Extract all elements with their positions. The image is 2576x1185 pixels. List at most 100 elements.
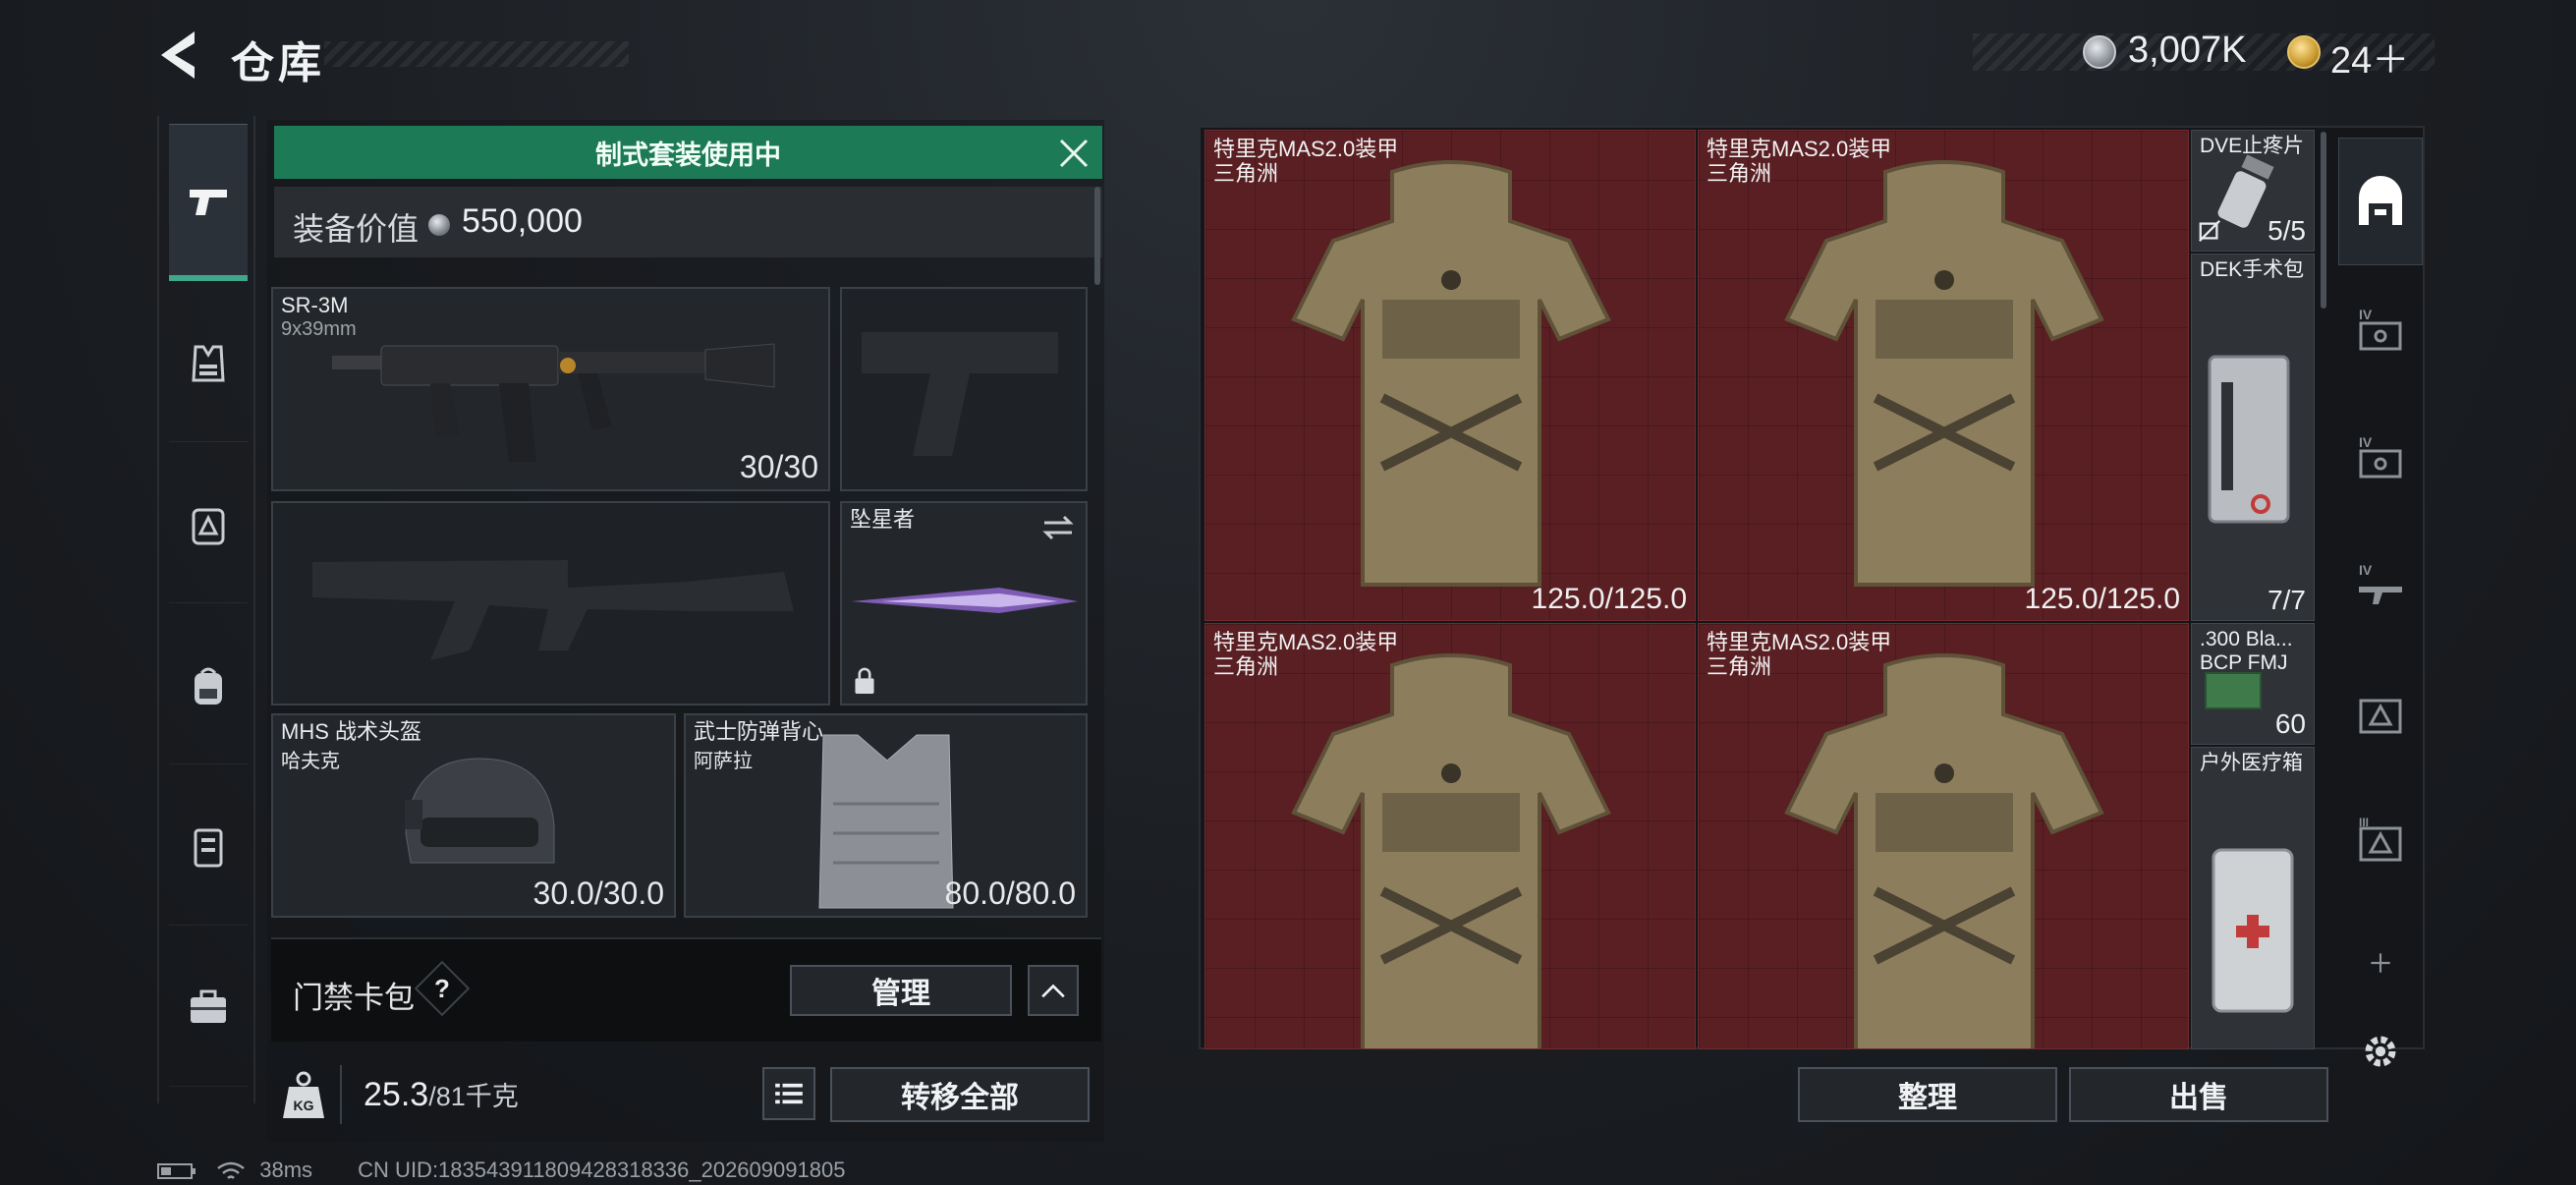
melee-slot[interactable]: 坠星者 (840, 501, 1088, 705)
armor-name: 特里克MAS2.0装甲 三角洲 (1707, 137, 1892, 186)
armor-image (1291, 653, 1611, 1048)
vest-durability: 80.0/80.0 (944, 875, 1076, 911)
vest-slot[interactable]: 武士防弹背心 阿萨拉 80.0/80.0 (684, 713, 1088, 918)
tab-triangle-storage[interactable] (2338, 649, 2423, 776)
weight-kg-icon: KG (281, 1069, 326, 1120)
storage-item-armor[interactable]: 特里克MAS2.0装甲 三角洲 (1204, 623, 1696, 1049)
knife-image (852, 588, 1078, 613)
equipment-value-amount: 550,000 (462, 202, 583, 240)
helmet-durability: 30.0/30.0 (532, 875, 664, 911)
lock-icon (855, 667, 874, 694)
rifle-silhouette-icon (312, 560, 794, 660)
armor-name: 特里克MAS2.0装甲 三角洲 (1707, 630, 1892, 679)
storage-item-medkit[interactable]: 户外医疗箱 (2191, 747, 2315, 1049)
item-count: 7/7 (2268, 585, 2306, 615)
manage-button[interactable]: 管理 (790, 965, 1012, 1016)
toolbox-icon (191, 989, 226, 1023)
list-view-icon[interactable] (762, 1067, 815, 1120)
nav-backpack[interactable] (169, 607, 248, 764)
transfer-all-button[interactable]: 转移全部 (830, 1067, 1090, 1122)
coin-icon (428, 214, 450, 236)
plus-icon (2371, 953, 2390, 973)
no-sell-icon (2199, 220, 2220, 242)
uid-text: CN UID:18354391180942831833​6_2026090918… (358, 1157, 846, 1182)
item-count: 60 (2274, 708, 2306, 739)
tab-storage-4[interactable]: IV (2338, 265, 2423, 393)
armor-name: 特里克MAS2.0装甲 三角洲 (1213, 630, 1399, 679)
triangle-case-icon (2359, 699, 2402, 734)
storage-item-ammo[interactable]: .300 Bla... BCP FMJ 60 (2191, 623, 2315, 745)
rig-icon (194, 828, 223, 867)
svg-text:IV: IV (2359, 307, 2373, 322)
secondary-weapon-slot[interactable] (271, 501, 830, 705)
storage-tab-nav: IV IV IV III (2336, 138, 2425, 1100)
status-footer: 38ms CN UID:18354391180942831833​6_20260… (157, 1157, 845, 1183)
ticket-coin-icon (2287, 35, 2321, 69)
close-icon[interactable] (1055, 135, 1092, 172)
nav-case[interactable] (169, 768, 248, 926)
safe-box-icon: IV (2359, 434, 2402, 479)
loadout-scrollbar[interactable] (1094, 187, 1100, 285)
tab-triangle-storage-2[interactable]: III (2338, 776, 2423, 904)
svg-text:KG: KG (294, 1098, 314, 1113)
add-storage-button[interactable] (2338, 924, 2423, 1002)
surgery-kit-image (2208, 355, 2290, 524)
item-count: 5/5 (2268, 215, 2306, 246)
triangle-case-icon: III (2359, 816, 2402, 862)
keycard-pack-label: 门禁卡包 (293, 981, 415, 1015)
helmet-slot[interactable]: MHS 战术头盔 哈夫克 30.0/30.0 (271, 713, 676, 918)
svg-text:IV: IV (2359, 562, 2373, 578)
storage-item-armor[interactable]: 特里克MAS2.0装甲 三角洲 125.0/125.0 (1204, 130, 1696, 621)
storage-item-painkiller[interactable]: DVE止疼片 5/5 (2191, 130, 2315, 252)
tab-all-storage[interactable] (2338, 138, 2423, 265)
pistol-silhouette-icon (862, 332, 1058, 456)
ping-value: 38ms (259, 1157, 313, 1182)
nav-chest-rig[interactable] (169, 446, 248, 603)
tab-weapon-storage[interactable]: IV (2338, 521, 2423, 649)
backpack-triangle-icon (192, 508, 225, 544)
wifi-icon (217, 1161, 245, 1180)
ticket-amount[interactable]: 24＋ (2330, 29, 2409, 84)
armor-vest-icon (192, 345, 225, 381)
armor-durability: 125.0/125.0 (1531, 583, 1687, 615)
chevron-up-icon[interactable] (1028, 965, 1079, 1016)
equipment-value-label: 装备价值 (293, 211, 420, 247)
back-icon[interactable] (155, 28, 204, 83)
storage-item-armor[interactable]: 特里克MAS2.0装甲 三角洲 (1698, 623, 2189, 1049)
armor-image (1784, 160, 2104, 587)
armor-name: 特里克MAS2.0装甲 三角洲 (1213, 137, 1399, 186)
loadout-category-nav (157, 116, 255, 1103)
settings-button[interactable] (2338, 1012, 2423, 1091)
kit-in-use-banner: 制式套装使用中 (274, 126, 1102, 179)
storage-item-armor[interactable]: 特里克MAS2.0装甲 三角洲 125.0/125.0 (1698, 130, 2189, 621)
rifle-rack-icon: IV (2359, 562, 2402, 604)
weapon-ammo: 30/30 (739, 449, 818, 484)
armor-image (1784, 653, 2104, 1048)
nav-toolbox[interactable] (169, 930, 248, 1087)
sort-button[interactable]: 整理 (1798, 1067, 2057, 1122)
armor-image (1291, 160, 1611, 587)
armor-durability: 125.0/125.0 (2024, 583, 2180, 615)
nav-armor[interactable] (169, 285, 248, 442)
page-title: 仓库 (231, 39, 325, 87)
primary-weapon-slot[interactable]: SR-3M 9x39mm 30/30 (271, 287, 830, 491)
title-decoration (324, 41, 629, 67)
svg-text:IV: IV (2359, 434, 2373, 450)
currency-amount[interactable]: 3,007K (2128, 29, 2246, 72)
backpack-icon (195, 667, 222, 705)
weight-divider (340, 1065, 342, 1124)
warehouse-screen: 仓库 3,007K 24＋ 制式套装使用中 装备价值 550,000 SR-3M… (0, 0, 2576, 1185)
gear-icon (2365, 1036, 2396, 1067)
tab-storage-4b[interactable]: IV (2338, 393, 2423, 521)
warehouse-icon (2359, 176, 2402, 225)
havoc-coin-icon (2083, 35, 2116, 69)
medkit-image (2212, 848, 2294, 1013)
safe-box-icon: IV (2359, 307, 2402, 351)
sell-button[interactable]: 出售 (2069, 1067, 2328, 1122)
weight-value: 25.3/81千克 (364, 1076, 519, 1113)
pistol-icon (190, 189, 227, 215)
storage-scrollbar[interactable] (2321, 132, 2326, 309)
sidearm-slot[interactable] (840, 287, 1088, 491)
nav-weapons[interactable] (169, 124, 248, 281)
storage-item-surgery-kit[interactable]: DEK手术包 7/7 (2191, 254, 2315, 621)
